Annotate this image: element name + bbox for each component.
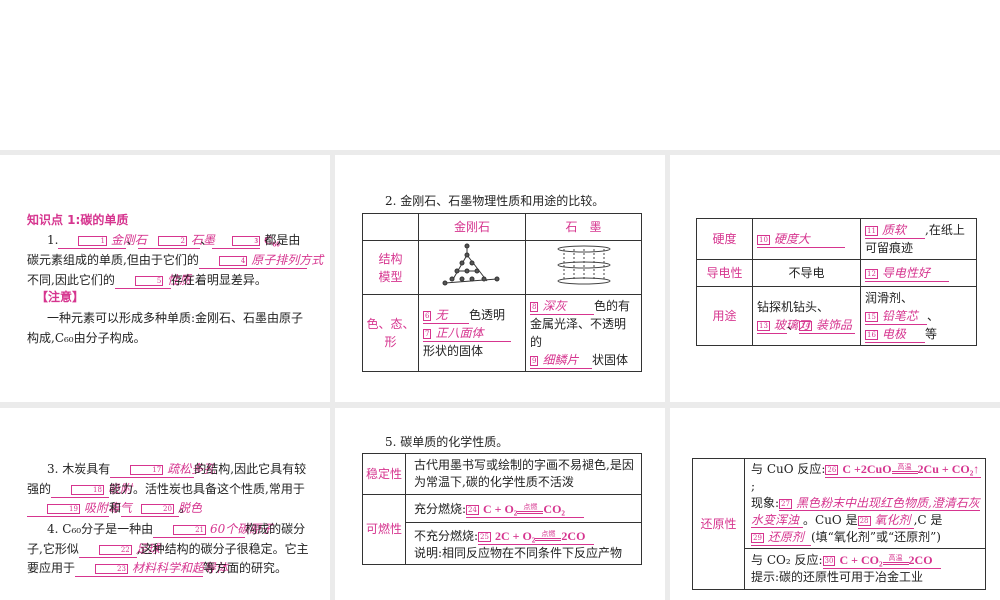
note-text: 一种元素可以形成多种单质:金刚石、石墨由原子构成,C₆₀由分子构成。 (27, 311, 304, 345)
row-label-appearance: 色、态、形 (362, 294, 419, 372)
blank-30[interactable]: 30 C + CO₂ 高温 2CO (822, 553, 941, 569)
reducibility-table: 还原性 与 CuO 反应: 26 C +2CuO 高温 2Cu + CO₂↑; 现象: 27… (692, 458, 986, 590)
row-label-uses: 用途 (696, 286, 753, 346)
diamond-uses: 钻探机钻头、13 玻璃刀、 14 装饰品 (752, 286, 861, 346)
row-label-combustibility: 可燃性 (362, 494, 406, 565)
blank-20[interactable]: 20 脱色 (121, 501, 202, 517)
co2-reaction: 与 CO₂ 反应: 30 C + CO₂ 高温 2CO 提示:碳的还原性可用于冶金工业 (744, 548, 986, 590)
graphite-model-image (525, 240, 642, 295)
blank-11[interactable]: 11 质软 (865, 223, 925, 239)
row-label-structure: 结构模型 (362, 240, 419, 295)
graphite-hardness: 11 质软 ,在纸上可留痕迹 (860, 218, 977, 260)
section-title: 2. 金刚石、石墨物理性质和用途的比较。 (385, 194, 605, 208)
blank-21[interactable]: 21 60个碳原子 (153, 522, 273, 538)
cuo-reaction: 与 CuO 反应: 26 C +2CuO 高温 2Cu + CO₂↑; 现象: 27 黑色粉末… (744, 458, 986, 549)
blank-25[interactable]: 25 2C + O₂ 点燃 2CO (478, 529, 595, 545)
blank-7[interactable]: 7 正八面体 (423, 326, 511, 342)
blank-24[interactable]: 24 C + O₂ 点燃 CO₂ (466, 502, 585, 518)
blank-12[interactable]: 12 导电性好 (865, 266, 949, 282)
diamond-model-image (418, 240, 526, 295)
section-title: 知识点 1:碳的单质 (27, 213, 129, 227)
blank-5[interactable]: 5 性质 (114, 273, 191, 289)
diamond-conductivity: 不导电 (752, 259, 861, 287)
incomplete-combustion: 不充分燃烧: 25 2C + O₂ 点燃 2CO 说明:相同反应物在不同条件下反应产物 (405, 522, 642, 565)
comparison-table-continued: 硬度 10 硬度大 11 质软 ,在纸上可留痕迹 导电性 不导电 12 导电性好 用途 … (696, 218, 977, 346)
blank-4[interactable]: 4 原子排列方式 (198, 253, 323, 269)
paragraph-3: 3. 木炭具有 17 疏松多孔的结构,因此它具有较强的 18 吸附能力。活性炭也具备这个… (27, 462, 307, 517)
graphite-conductivity: 12 导电性好 (860, 259, 977, 287)
row-label-conductivity: 导电性 (696, 259, 753, 287)
blank-16[interactable]: 16 电极 (865, 327, 925, 343)
blank-14[interactable]: 14 装饰品 (799, 318, 856, 334)
paragraph-1: 1. 1 金刚石、 2 石墨、 3 C₆₀ 都是由碳元素组成的单质,但由于它们的 4 原子排列方… (27, 233, 324, 289)
panel-chemical-properties: 5. 碳单质的化学性质。 稳定性 古代用墨书写或绘制的字画不易褪色,是因为常温下,… (335, 408, 665, 600)
blank-19[interactable]: 19 吸附毒气 (27, 501, 132, 517)
row-label-stability: 稳定性 (362, 453, 406, 495)
blank-13[interactable]: 13 玻璃刀 (757, 318, 810, 334)
blank-28[interactable]: 28 氧化剂 (857, 513, 914, 529)
comparison-table: 金刚石石 墨 结构模型 色、态、形 6 无色透明 7 正八面体形状的固体 8 深灰 色的有… (362, 213, 642, 372)
blank-29[interactable]: 29 还原剂 (751, 530, 811, 546)
panel-carbon-elements: 知识点 1:碳的单质 1. 1 金刚石、 2 石墨、 3 C₆₀ 都是由碳元素组成的单质,但… (0, 155, 330, 402)
blank-10[interactable]: 10 硬度大 (757, 232, 845, 248)
paragraph-4: 4. C₆₀分子是一种由 21 60个碳原子构成的碳分子,它形似 22 足球,这种结构的… (27, 522, 309, 577)
panel-reducibility: 还原性 与 CuO 反应: 26 C +2CuO 高温 2Cu + CO₂↑; 现象: 27… (670, 408, 1000, 600)
diamond-hardness: 10 硬度大 (752, 218, 861, 260)
blank-1[interactable]: 1 金刚石 (58, 233, 147, 249)
blank-22[interactable]: 22 足球 (78, 542, 160, 558)
header-graphite: 石 墨 (525, 213, 642, 241)
row-label-reducibility: 还原性 (692, 458, 745, 590)
blank-23[interactable]: 23 材料科学和超导体 (75, 561, 228, 577)
blank-6[interactable]: 6无 (423, 308, 469, 324)
panel-physical-comparison: 2. 金刚石、石墨物理性质和用途的比较。 金刚石石 墨 结构模型 色、态、形 6… (335, 155, 665, 402)
blank-26[interactable]: 26 C +2CuO 高温 2Cu + CO₂↑ (825, 462, 982, 478)
blank-8[interactable]: 8 深灰 (530, 299, 594, 315)
panel-charcoal-c60: 3. 木炭具有 17 疏松多孔的结构,因此它具有较强的 18 吸附能力。活性炭也具备这个… (0, 408, 330, 600)
blank-17[interactable]: 17 疏松多孔 (110, 462, 215, 478)
section-title: 5. 碳单质的化学性质。 (385, 435, 509, 449)
stability-text: 古代用墨书写或绘制的字画不易褪色,是因为常温下,碳的化学性质不活泼 (405, 453, 642, 495)
blank-15[interactable]: 15 铅笔芯 (865, 309, 927, 325)
graphite-uses: 润滑剂、15 铅笔芯、 16 电极等 (860, 286, 977, 346)
blank-3[interactable]: 3 C₆₀ (212, 233, 280, 249)
header-diamond: 金刚石 (418, 213, 526, 241)
blank-9[interactable]: 9 细鳞片 (530, 353, 592, 369)
chemical-table: 稳定性 古代用墨书写或绘制的字画不易褪色,是因为常温下,碳的化学性质不活泼 可燃性… (362, 453, 642, 565)
graphite-appearance: 8 深灰 色的有金属光泽、不透明的 9 细鳞片 状固体 (525, 294, 642, 372)
blank-18[interactable]: 18 吸附 (51, 482, 132, 498)
complete-combustion: 充分燃烧: 24 C + O₂ 点燃 CO₂ (405, 494, 642, 523)
panel-physical-comparison-cont: 硬度 10 硬度大 11 质软 ,在纸上可留痕迹 导电性 不导电 12 导电性好 用途 … (670, 155, 1000, 402)
blank-header-area (0, 0, 1000, 150)
row-label-hardness: 硬度 (696, 218, 753, 260)
diamond-appearance: 6 无色透明 7 正八面体形状的固体 (418, 294, 526, 372)
note-title: 【注意】 (36, 290, 85, 304)
blank-2[interactable]: 2 石墨 (138, 233, 215, 249)
